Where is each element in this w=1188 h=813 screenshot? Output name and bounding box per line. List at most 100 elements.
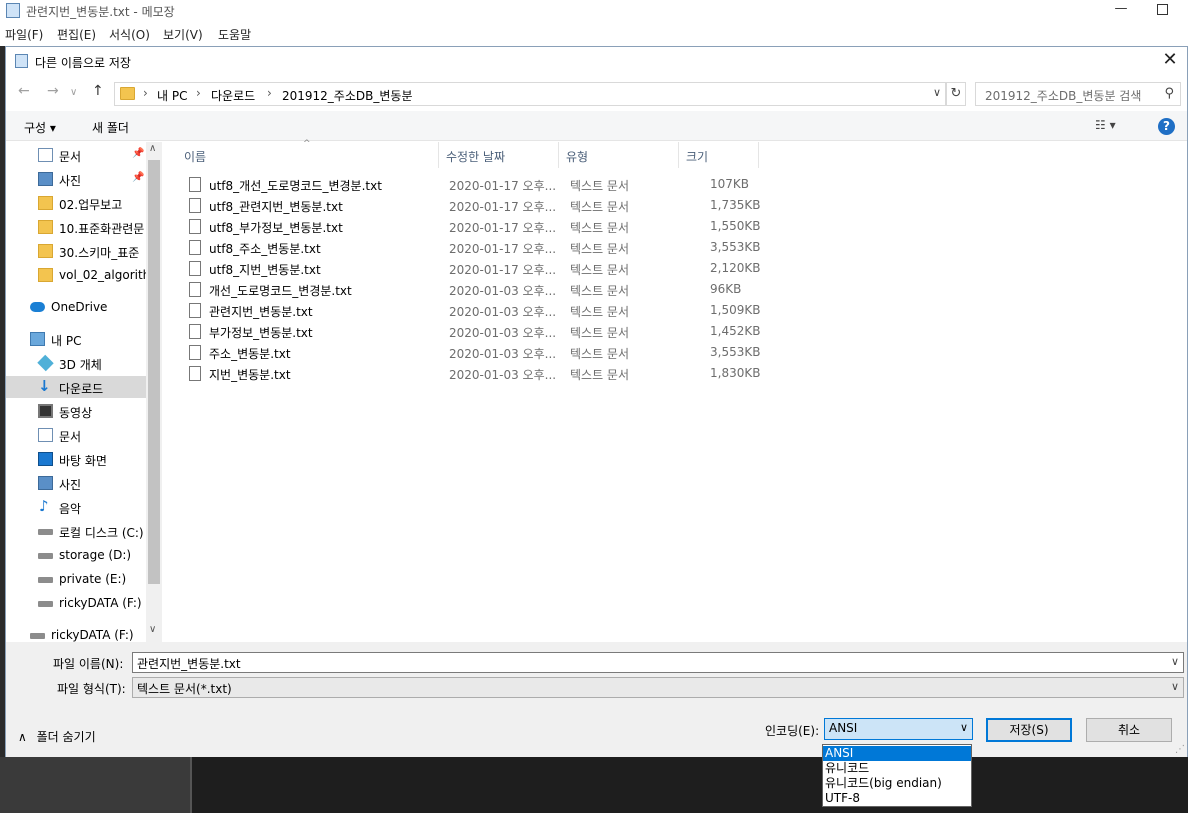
navigation-scrollbar[interactable]: ∧ ∨ — [146, 142, 162, 642]
nav-item-drive-f[interactable]: rickyDATA (F:) — [6, 592, 146, 614]
chevron-down-icon[interactable]: ∨ — [933, 86, 941, 99]
pin-icon: 📌 — [132, 148, 145, 159]
file-row[interactable]: 주소_변동분.txt 2020-01-03 오후... 텍스트 문서 3,553… — [183, 342, 763, 363]
file-row[interactable]: utf8_지번_변동분.txt 2020-01-17 오후... 텍스트 문서 … — [183, 258, 763, 279]
nav-item-network-drive-f[interactable]: rickyDATA (F:) — [6, 624, 146, 642]
filetype-select[interactable]: 텍스트 문서(*.txt) ∨ — [132, 677, 1184, 698]
file-type: 텍스트 문서 — [570, 221, 630, 235]
drive-icon — [38, 577, 53, 583]
file-row[interactable]: 관련지번_변동분.txt 2020-01-03 오후... 텍스트 문서 1,5… — [183, 300, 763, 321]
menu-help[interactable]: 도움말 — [218, 26, 251, 43]
menu-file[interactable]: 파일(F) — [5, 26, 43, 43]
file-row[interactable]: 지번_변동분.txt 2020-01-03 오후... 텍스트 문서 1,830… — [183, 363, 763, 384]
history-chevron-icon[interactable]: ∨ — [70, 87, 77, 98]
nav-item-pictures[interactable]: 사진 — [6, 472, 146, 494]
file-size: 96KB — [710, 282, 742, 296]
scrollbar-thumb[interactable] — [148, 160, 160, 584]
command-bar: 구성 ▾ 새 폴더 ☷ ▾ ? — [6, 111, 1187, 141]
chevron-down-icon[interactable]: ∨ — [960, 721, 968, 734]
column-header-name[interactable]: 이름 — [177, 142, 439, 168]
breadcrumb-separator-icon[interactable]: › — [143, 86, 148, 100]
encoding-label: 인코딩(E): — [765, 724, 820, 738]
text-file-icon — [189, 282, 201, 297]
search-input[interactable]: 201912_주소DB_변동분 검색 ⚲ — [975, 82, 1181, 106]
nav-item-drive-c[interactable]: 로컬 디스크 (C:) — [6, 520, 162, 542]
encoding-option-ansi[interactable]: ANSI — [823, 746, 971, 761]
refresh-icon[interactable]: ↻ — [946, 82, 966, 106]
breadcrumb-current-folder[interactable]: 201912_주소DB_변동분 — [282, 87, 412, 104]
encoding-option-utf8[interactable]: UTF-8 — [823, 791, 971, 806]
file-type: 텍스트 문서 — [570, 284, 630, 298]
nav-item-desktop[interactable]: 바탕 화면 — [6, 448, 146, 470]
scroll-up-icon[interactable]: ∧ — [149, 143, 156, 154]
view-options-icon[interactable]: ☷ ▾ — [1095, 118, 1116, 132]
encoding-option-unicode-big-endian[interactable]: 유니코드(big endian) — [823, 776, 971, 791]
file-name: utf8_지번_변동분.txt — [209, 263, 321, 277]
dialog-titlebar: 다른 이름으로 저장 ✕ — [6, 47, 1187, 75]
forward-arrow-icon[interactable]: → — [47, 83, 59, 99]
filename-input[interactable]: 관련지번_변동분.txt ∨ — [132, 652, 1184, 673]
encoding-select[interactable]: ANSI ∨ — [824, 718, 973, 740]
file-size: 1,830KB — [710, 366, 761, 380]
file-row[interactable]: utf8_주소_변동분.txt 2020-01-17 오후... 텍스트 문서 … — [183, 237, 763, 258]
chevron-down-icon[interactable]: ∨ — [1171, 655, 1179, 668]
column-header-type[interactable]: 유형 — [559, 142, 679, 168]
nav-item-pictures-pinned[interactable]: 사진 📌 — [6, 168, 146, 190]
minimize-icon[interactable]: — — [1114, 1, 1128, 17]
file-type: 텍스트 문서 — [570, 200, 630, 214]
menu-edit[interactable]: 편집(E) — [57, 26, 96, 43]
nav-item-folder-30[interactable]: 30.스키마_표준 — [6, 240, 146, 262]
nav-item-drive-d[interactable]: storage (D:) — [6, 544, 146, 566]
nav-item-downloads[interactable]: ↓ 다운로드 — [6, 376, 146, 398]
nav-item-music[interactable]: ♪ 음악 — [6, 496, 146, 518]
text-file-icon — [189, 303, 201, 318]
file-row[interactable]: utf8_부가정보_변동분.txt 2020-01-17 오후... 텍스트 문… — [183, 216, 763, 237]
cancel-button[interactable]: 취소 — [1086, 718, 1172, 742]
column-header-date[interactable]: 수정한 날짜 — [439, 142, 559, 168]
nav-item-drive-e[interactable]: private (E:) — [6, 568, 146, 590]
resize-grip-icon[interactable]: ⋰ — [1175, 744, 1185, 755]
nav-item-folder-02[interactable]: 02.업무보고 — [6, 192, 146, 214]
organize-button[interactable]: 구성 ▾ — [24, 119, 56, 136]
file-date: 2020-01-03 오후... — [449, 284, 557, 298]
breadcrumb-downloads[interactable]: 다운로드 — [211, 87, 255, 104]
notepad-icon — [6, 3, 20, 18]
new-folder-button[interactable]: 새 폴더 — [92, 119, 129, 136]
nav-item-documents[interactable]: 문서 — [6, 424, 146, 446]
breadcrumb-this-pc[interactable]: 내 PC — [157, 87, 187, 104]
menu-format[interactable]: 서식(O) — [109, 26, 150, 43]
nav-item-this-pc[interactable]: 내 PC — [6, 328, 146, 350]
nav-item-label: 사진 — [59, 174, 82, 188]
menu-view[interactable]: 보기(V) — [163, 26, 203, 43]
nav-item-folder-vol02[interactable]: vol_02_algorithr — [6, 264, 155, 286]
file-row[interactable]: utf8_관련지번_변동분.txt 2020-01-17 오후... 텍스트 문… — [183, 195, 763, 216]
hide-folders-button[interactable]: ∧ 폴더 숨기기 — [18, 728, 96, 745]
save-button[interactable]: 저장(S) — [986, 718, 1072, 742]
file-row[interactable]: utf8_개선_도로명코드_변경분.txt 2020-01-17 오후... 텍… — [183, 174, 763, 195]
up-arrow-icon[interactable]: ↑ — [92, 83, 104, 99]
chevron-down-icon[interactable]: ∨ — [1171, 680, 1179, 693]
scroll-down-icon[interactable]: ∨ — [149, 624, 156, 635]
breadcrumb-separator-icon[interactable]: › — [267, 86, 272, 100]
file-size: 3,553KB — [710, 345, 761, 359]
maximize-icon[interactable] — [1157, 4, 1168, 15]
nav-item-folder-10[interactable]: 10.표준화관련문 — [6, 216, 146, 238]
back-arrow-icon[interactable]: ← — [18, 83, 30, 99]
nav-item-label: 사진 — [59, 478, 82, 492]
breadcrumb-separator-icon[interactable]: › — [196, 86, 201, 100]
close-icon[interactable]: ✕ — [1159, 50, 1181, 72]
column-header-size[interactable]: 크기 — [679, 142, 759, 168]
pictures-icon — [38, 172, 53, 186]
file-name: 개선_도로명코드_변경분.txt — [209, 284, 352, 298]
help-icon[interactable]: ? — [1158, 118, 1175, 135]
nav-item-documents-pinned[interactable]: 문서 📌 — [6, 144, 146, 166]
address-bar[interactable]: › 내 PC › 다운로드 › 201912_주소DB_변동분 ∨ — [114, 82, 946, 106]
document-icon — [38, 148, 53, 162]
file-name: utf8_부가정보_변동분.txt — [209, 221, 343, 235]
nav-item-3d-objects[interactable]: 3D 개체 — [6, 352, 146, 374]
file-row[interactable]: 개선_도로명코드_변경분.txt 2020-01-03 오후... 텍스트 문서… — [183, 279, 763, 300]
encoding-option-unicode[interactable]: 유니코드 — [823, 761, 971, 776]
nav-item-videos[interactable]: 동영상 — [6, 400, 146, 422]
nav-item-onedrive[interactable]: OneDrive — [6, 296, 146, 318]
file-row[interactable]: 부가정보_변동분.txt 2020-01-03 오후... 텍스트 문서 1,4… — [183, 321, 763, 342]
